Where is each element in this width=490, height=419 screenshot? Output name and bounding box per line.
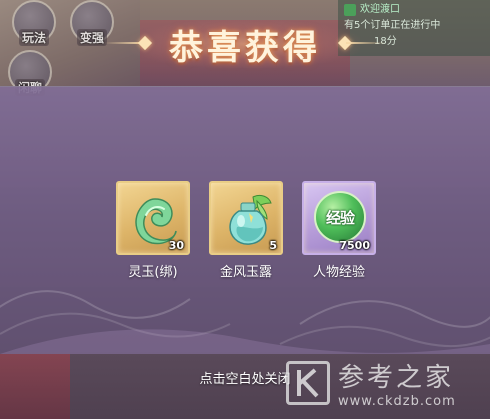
- reward-name: 人物经验: [312, 265, 365, 280]
- jade-icon: [135, 198, 177, 245]
- reward-item[interactable]: 30 灵玉(绑): [116, 181, 190, 291]
- hud-button-label: 变强: [76, 29, 107, 46]
- reward-card[interactable]: 5: [209, 181, 283, 255]
- exp-orb-label: 经验: [325, 208, 355, 227]
- reward-item[interactable]: 5 金风玉露: [209, 181, 283, 291]
- reward-card[interactable]: 经验 7500: [302, 181, 376, 255]
- reward-count: 5: [269, 239, 277, 252]
- reward-list: 30 灵玉(绑) 5 金风玉露 经验 7500 人物经验: [116, 181, 376, 291]
- potion-icon: [229, 194, 272, 245]
- watermark-title: 参考之家: [338, 362, 455, 393]
- hud-button-label: 玩法: [18, 29, 49, 46]
- watermark-url: www.ckdzb.com: [338, 393, 456, 409]
- watermark: 参考之家 www.ckdzb.com: [286, 346, 490, 419]
- reward-item[interactable]: 经验 7500 人物经验: [302, 181, 376, 291]
- exp-orb-icon: 经验: [314, 191, 366, 243]
- reward-count: 30: [168, 239, 184, 252]
- reward-name: 金风玉露: [219, 265, 272, 280]
- modal-title-banner: 恭喜获得: [104, 14, 386, 74]
- hud-button-gameplay[interactable]: 玩法: [12, 0, 56, 46]
- watermark-logo-icon: [286, 360, 330, 405]
- modal-title: 恭喜获得: [169, 27, 321, 68]
- reward-name: 灵玉(绑): [128, 265, 178, 280]
- title-ornament: [346, 42, 386, 44]
- reward-card[interactable]: 30: [116, 181, 190, 255]
- reward-count: 7500: [339, 239, 370, 252]
- hud-button-strengthen[interactable]: 变强: [70, 0, 114, 46]
